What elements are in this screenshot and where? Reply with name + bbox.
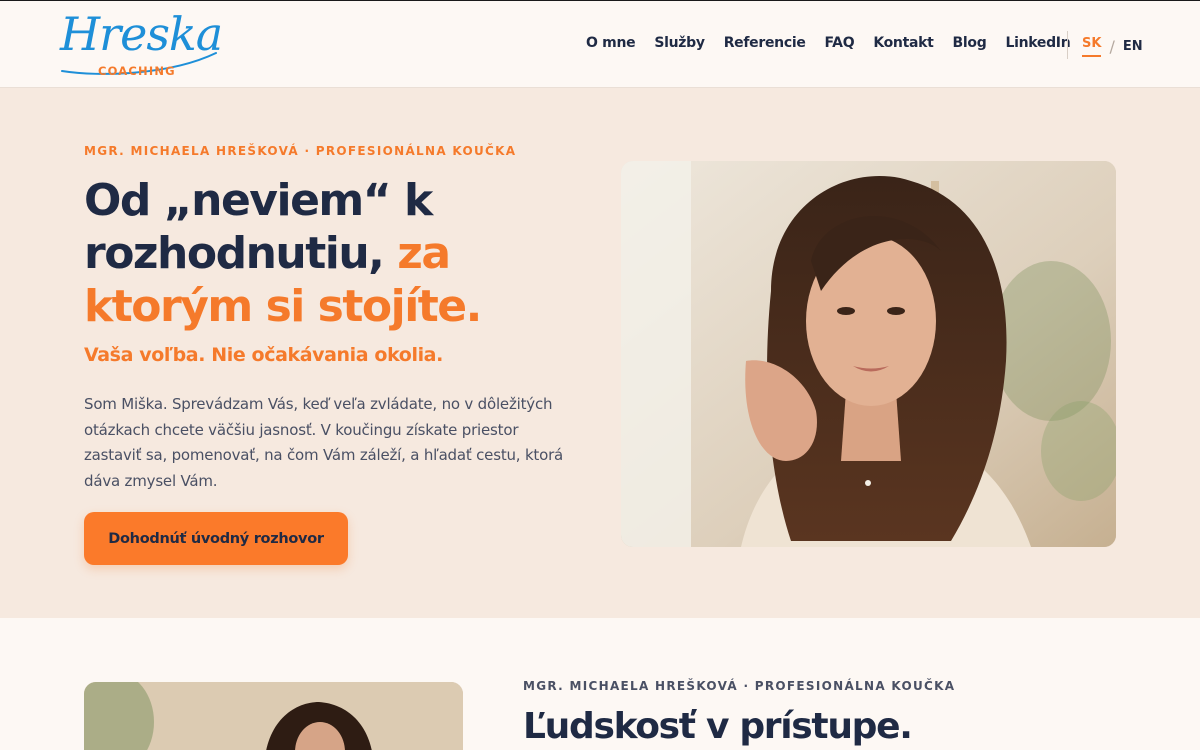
about-section: MGR. MICHAELA HREŠKOVÁ · PROFESIONÁLNA K…	[0, 618, 1200, 750]
nav-link-o-mne[interactable]: O mne	[586, 35, 636, 51]
nav-link-faq[interactable]: FAQ	[825, 35, 855, 51]
nav-link-linkedin[interactable]: LinkedIn	[1005, 35, 1070, 51]
about-portrait-photo	[84, 682, 463, 750]
about-eyebrow: MGR. MICHAELA HREŠKOVÁ · PROFESIONÁLNA K…	[523, 679, 956, 693]
language-switcher: SK / EN	[1082, 36, 1143, 57]
main-nav: O mne Služby Referencie FAQ Kontakt Blog…	[586, 35, 1089, 51]
lang-separator: /	[1109, 37, 1115, 56]
site-header: Hreska COACHING O mne Služby Referencie …	[0, 0, 1200, 88]
hero-headline-main: Od „neviem“ k rozhodnutiu,	[84, 175, 433, 279]
nav-link-blog[interactable]: Blog	[953, 35, 987, 51]
nav-link-kontakt[interactable]: Kontakt	[873, 35, 934, 51]
nav-link-sluzby[interactable]: Služby	[654, 35, 705, 51]
hero-section: MGR. MICHAELA HREŠKOVÁ · PROFESIONÁLNA K…	[0, 88, 1200, 618]
nav-divider	[1067, 31, 1068, 59]
hero-eyebrow: MGR. MICHAELA HREŠKOVÁ · PROFESIONÁLNA K…	[84, 144, 517, 158]
hero-headline: Od „neviem“ k rozhodnutiu, za ktorým si …	[84, 174, 584, 333]
hero-subhead: Vaša voľba. Nie očakávania okolia.	[84, 344, 443, 366]
logo-subtitle: COACHING	[98, 64, 176, 78]
about-title: Ľudskosť v prístupe.	[523, 706, 913, 747]
about-photo-illustration	[84, 682, 463, 750]
lang-en-link[interactable]: EN	[1123, 39, 1143, 54]
portrait-illustration	[621, 161, 1116, 547]
book-intro-call-button[interactable]: Dohodnúť úvodný rozhovor	[84, 512, 348, 565]
site-logo[interactable]: Hreska COACHING	[60, 9, 223, 81]
hero-portrait-photo	[621, 161, 1116, 547]
hero-intro-text: Som Miška. Sprevádzam Vás, keď veľa zvlá…	[84, 395, 564, 490]
lang-sk-link[interactable]: SK	[1082, 36, 1102, 57]
nav-link-referencie[interactable]: Referencie	[724, 35, 806, 51]
